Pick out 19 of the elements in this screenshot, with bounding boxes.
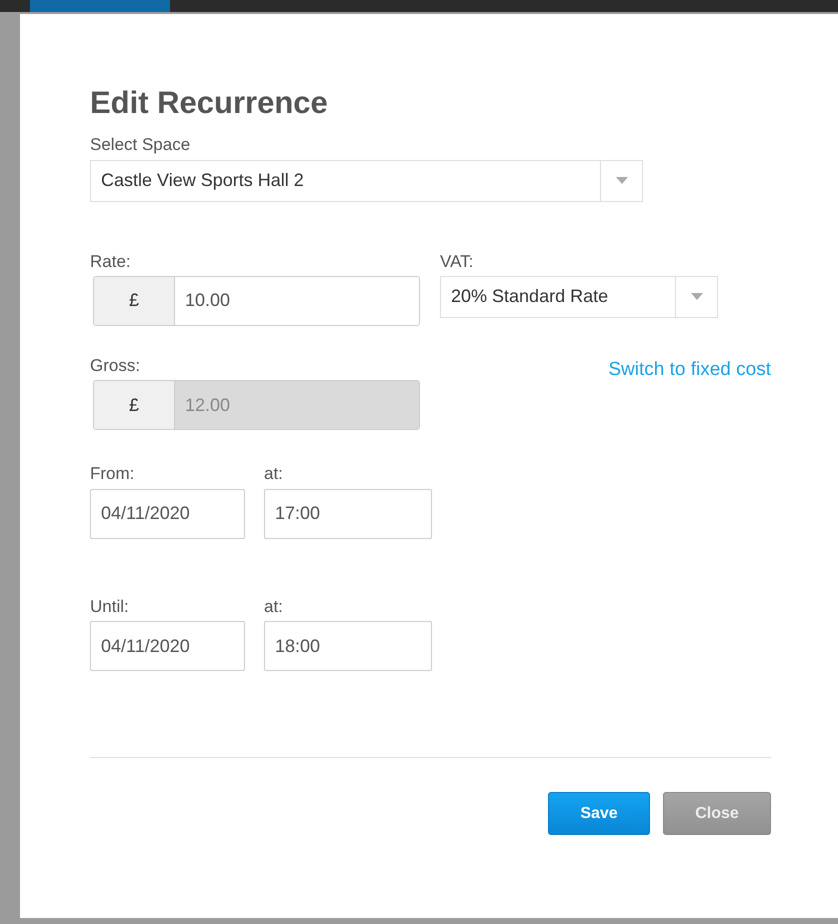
dropdown[interactable]: Castle View Sports Hall 2 [90, 160, 643, 202]
field-label: at: [264, 596, 284, 618]
active-tab[interactable] [30, 0, 170, 12]
caret-icon [690, 293, 702, 300]
field-label: From: [90, 464, 136, 485]
date-field[interactable]: 04/11/2020 [90, 488, 245, 539]
field-label: Rate: [90, 252, 132, 272]
field-label: Gross: [90, 356, 142, 376]
dropdown[interactable]: 20% Standard Rate [440, 276, 718, 318]
time-field[interactable]: 18:00 [264, 621, 432, 672]
field-label: Until: [90, 596, 130, 618]
field-label: VAT: [440, 252, 474, 272]
caret-icon [616, 177, 628, 184]
field-label: at: [264, 464, 284, 485]
date-field[interactable]: 04/11/2020 [90, 621, 245, 672]
field-label: Select Space [90, 135, 192, 156]
input-group[interactable]: £ 10.00 [93, 276, 420, 326]
time-field[interactable]: 17:00 [264, 488, 432, 539]
dialog-title: Edit Recurrence [90, 84, 329, 122]
